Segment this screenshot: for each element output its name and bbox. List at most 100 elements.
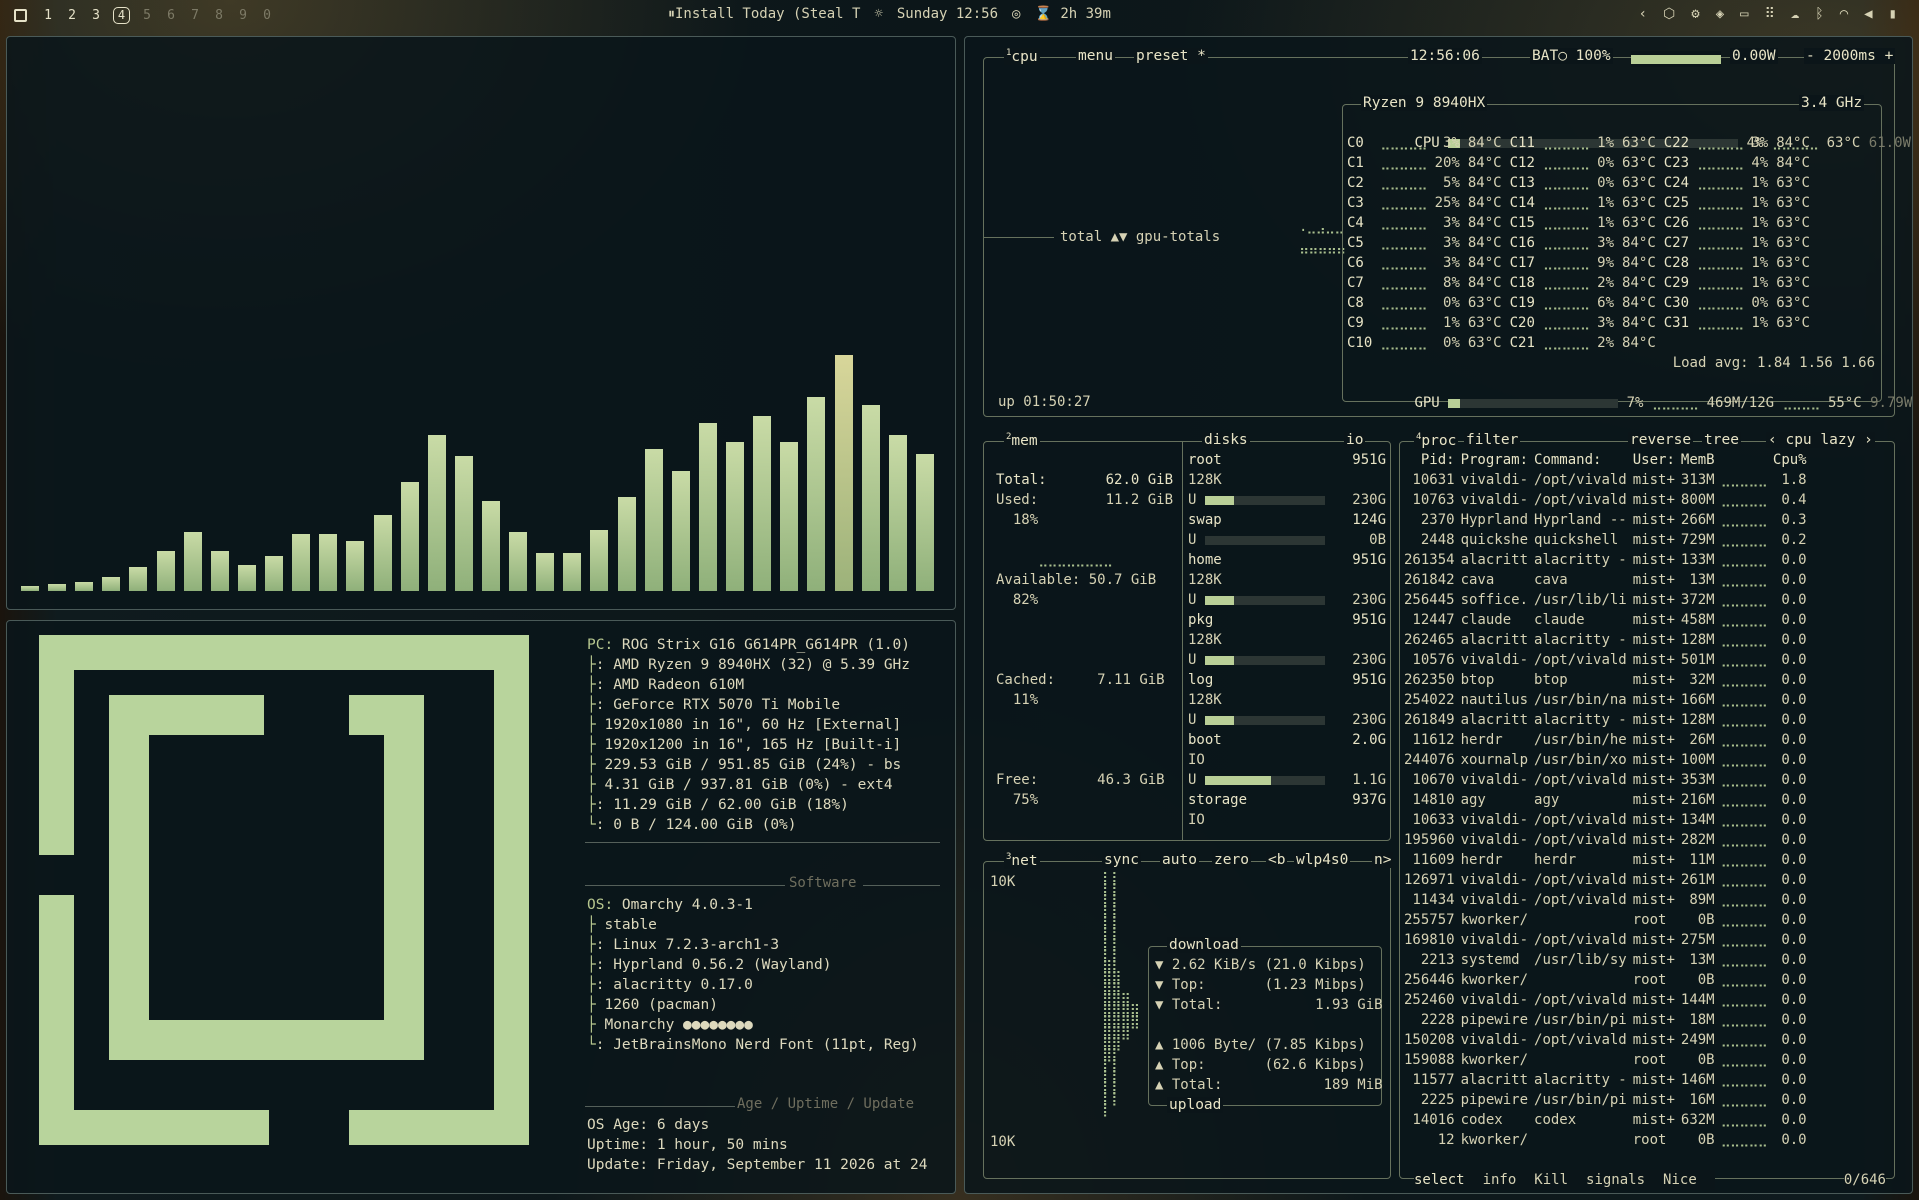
- process-row[interactable]: 256445 soffice. /usr/lib/li mist+ 372M ⣀⣀⣀⣀⣀ 0…: [1404, 590, 1813, 610]
- package-icon[interactable]: ⬡: [1663, 6, 1675, 22]
- process-row[interactable]: 2228 pipewire/usr/bin/pi mist+ 18M ⣀⣀⣀⣀⣀ 0.0: [1404, 1010, 1813, 1030]
- btop-window[interactable]: 1cpu menu preset * 12:56:06 BAT○ 100% 0.…: [964, 36, 1913, 1194]
- workspace-3[interactable]: 3: [89, 8, 103, 23]
- net-tab[interactable]: 3net: [1004, 852, 1040, 869]
- proc-action-kill[interactable]: Kill: [1534, 1172, 1568, 1188]
- workspace-1[interactable]: 1: [41, 8, 55, 23]
- process-row[interactable]: 10670 vivaldi- /opt/vivald mist+ 353M ⣀⣀⣀⣀⣀ 0.…: [1404, 770, 1813, 790]
- process-row[interactable]: 11609 herdr herdr mist+ 11M ⣀⣀⣀⣀⣀ 0.0: [1404, 850, 1813, 870]
- process-row[interactable]: 14016 codex codex mist+ 632M ⣀⣀⣀⣀⣀ 0.0: [1404, 1110, 1813, 1130]
- bluetooth-icon[interactable]: ᛒ: [1815, 6, 1823, 22]
- audio-visualizer-window[interactable]: [6, 36, 956, 610]
- cloud-icon[interactable]: ☁: [1791, 6, 1799, 22]
- process-row[interactable]: 2225 pipewire/usr/bin/pi mist+ 16M ⣀⣀⣀⣀⣀ 0.0: [1404, 1090, 1813, 1110]
- net-stats: ▼ 2.62 KiB/s (21.0 Kibps) ▼ Top: (1.23 M…: [1155, 957, 1383, 1093]
- auto-toggle[interactable]: auto: [1160, 852, 1199, 868]
- proc-sparkline: ⣀⣀⣀⣀⣀: [1720, 1072, 1768, 1088]
- process-row[interactable]: 256446 kworker/root 0B ⣀⣀⣀⣀⣀ 0.0: [1404, 970, 1813, 990]
- workspace-4[interactable]: 4: [113, 6, 130, 24]
- proc-action-select[interactable]: select: [1414, 1172, 1465, 1188]
- process-row[interactable]: 159088 kworker/root 0B ⣀⣀⣀⣀⣀ 0.0: [1404, 1050, 1813, 1070]
- chevron-left-icon[interactable]: ‹: [1639, 6, 1647, 22]
- process-row[interactable]: 10576 vivaldi- /opt/vivald mist+ 501M ⣀⣀⣀⣀⣀ 0.…: [1404, 650, 1813, 670]
- core-t: 84°C: [1467, 235, 1502, 251]
- process-row[interactable]: 10631 vivaldi- /opt/vivald mist+ 313M ⣀⣀⣀⣀⣀ 1.…: [1404, 470, 1813, 490]
- proc-cell: 0.0: [1781, 872, 1807, 888]
- proc-action-signals[interactable]: signals: [1586, 1172, 1645, 1188]
- process-row[interactable]: 252460 vivaldi- /opt/vivald mist+ 144M ⣀⣀⣀⣀⣀ 0…: [1404, 990, 1813, 1010]
- tree-toggle[interactable]: tree: [1702, 432, 1741, 448]
- proc-tab[interactable]: 4proc: [1414, 432, 1459, 449]
- process-row[interactable]: 2448 quickshe quickshell mist+ 729M ⣀⣀⣀⣀⣀ 0.2: [1404, 530, 1813, 550]
- process-row[interactable]: 261849 alacritt alacritty - mist+ 128M ⣀⣀⣀⣀⣀ 0…: [1404, 710, 1813, 730]
- process-row[interactable]: 261354 alacritt alacritty - mist+ 133M ⣀⣀⣀⣀⣀ 0…: [1404, 550, 1813, 570]
- core-p: 1%: [1751, 275, 1769, 291]
- process-row[interactable]: 126971 vivaldi- /opt/vivald mist+ 261M ⣀⣀⣀⣀⣀ 0…: [1404, 870, 1813, 890]
- process-row[interactable]: 195960 vivaldi- /opt/vivald mist+ 282M ⣀⣀⣀⣀⣀ 0…: [1404, 830, 1813, 850]
- process-row[interactable]: 261842 cava cava mist+ 13M ⣀⣀⣀⣀⣀ 0.0: [1404, 570, 1813, 590]
- workspace-8[interactable]: 8: [212, 8, 226, 23]
- process-row[interactable]: 2370 Hyprland Hyprland -- mist+ 266M ⣀⣀⣀⣀⣀ 0.3: [1404, 510, 1813, 530]
- proc-header[interactable]: User:: [1633, 450, 1681, 470]
- sync-toggle[interactable]: sync: [1102, 852, 1141, 868]
- grid-icon[interactable]: ⠿: [1765, 6, 1775, 22]
- monitor-icon[interactable]: ▭: [1740, 6, 1748, 22]
- mem-tab[interactable]: 2mem: [1004, 432, 1040, 449]
- filter-button[interactable]: filter: [1464, 432, 1521, 448]
- timer[interactable]: ⌛ 2h 39m: [1034, 6, 1110, 22]
- io-tab[interactable]: io: [1344, 432, 1366, 448]
- workspace-0[interactable]: 0: [260, 8, 274, 23]
- proc-header[interactable]: MemB: [1681, 450, 1721, 470]
- process-row[interactable]: 12447 claude claude mist+ 458M ⣀⣀⣀⣀⣀ 0.0: [1404, 610, 1813, 630]
- process-row[interactable]: 150208 vivaldi- /opt/vivald mist+ 249M ⣀⣀⣀⣀⣀ 0…: [1404, 1030, 1813, 1050]
- process-row[interactable]: 255757 kworker/root 0B ⣀⣀⣀⣀⣀ 0.0: [1404, 910, 1813, 930]
- workspace-2[interactable]: 2: [65, 8, 79, 23]
- process-row[interactable]: 262350 btop btop mist+ 32M ⣀⣀⣀⣀⣀ 0.0: [1404, 670, 1813, 690]
- battery-icon[interactable]: ▮: [1889, 6, 1897, 22]
- process-row[interactable]: 10763 vivaldi- /opt/vivald mist+ 800M ⣀⣀⣀⣀⣀ 0.…: [1404, 490, 1813, 510]
- media-widget[interactable]: ⏸Install Today (Steal T: [668, 6, 860, 22]
- cpu-tab[interactable]: 1cpu: [1004, 48, 1040, 65]
- volume-icon[interactable]: ◀: [1864, 6, 1872, 22]
- proc-header[interactable]: Program:: [1461, 450, 1534, 470]
- wifi-icon[interactable]: ◠: [1840, 6, 1848, 22]
- process-row[interactable]: 11577 alacritt alacritty - mist+ 146M ⣀⣀⣀⣀⣀ 0.…: [1404, 1070, 1813, 1090]
- menu-tab[interactable]: menu: [1076, 48, 1115, 64]
- process-row[interactable]: 11434 vivaldi- /opt/vivald mist+ 89M ⣀⣀⣀⣀⣀ 0.0: [1404, 890, 1813, 910]
- zero-toggle[interactable]: zero: [1212, 852, 1251, 868]
- process-row[interactable]: 2213 systemd/usr/lib/sy mist+ 13M ⣀⣀⣀⣀⣀ 0.0: [1404, 950, 1813, 970]
- gear-icon[interactable]: ⚙: [1691, 6, 1699, 22]
- clock[interactable]: Sunday 12:56: [897, 6, 998, 22]
- process-row[interactable]: 262465 alacritt alacritty - mist+ 128M ⣀⣀⣀⣀⣀ 0…: [1404, 630, 1813, 650]
- process-row[interactable]: 254022 nautilus/usr/bin/na mist+ 166M ⣀⣀⣀⣀⣀ 0…: [1404, 690, 1813, 710]
- visualizer-bar: [48, 583, 67, 591]
- preset-tab[interactable]: preset *: [1134, 48, 1208, 64]
- fastfetch-window[interactable]: PC: ROG Strix G16 G614PR_G614PR (1.0) ├: …: [6, 620, 956, 1194]
- process-row[interactable]: 12 kworker/root 0B ⣀⣀⣀⣀⣀ 0.0: [1404, 1130, 1813, 1150]
- proc-action-info[interactable]: info: [1483, 1172, 1517, 1188]
- net-prev[interactable]: <b: [1266, 852, 1288, 868]
- sort-selector[interactable]: ‹ cpu lazy ›: [1766, 432, 1875, 448]
- core-p: 0%: [1443, 295, 1460, 311]
- proc-cell: 11609: [1412, 852, 1455, 868]
- update-interval[interactable]: - 2000ms +: [1804, 48, 1896, 64]
- omarchy-menu-icon[interactable]: [14, 8, 27, 22]
- process-row[interactable]: 11612 herdr/usr/bin/he mist+ 26M ⣀⣀⣀⣀⣀ 0.0: [1404, 730, 1813, 750]
- net-next[interactable]: n>: [1372, 852, 1394, 868]
- workspace-5[interactable]: 5: [140, 8, 154, 23]
- proc-header[interactable]: Command:: [1534, 450, 1633, 470]
- proc-action-nice[interactable]: Nice: [1663, 1172, 1697, 1188]
- process-row[interactable]: 10633 vivaldi- /opt/vivald mist+ 134M ⣀⣀⣀⣀⣀ 0.…: [1404, 810, 1813, 830]
- workspace-9[interactable]: 9: [236, 8, 250, 23]
- process-row[interactable]: 14810 agy agy mist+ 216M ⣀⣀⣀⣀⣀ 0.0: [1404, 790, 1813, 810]
- workspace-7[interactable]: 7: [188, 8, 202, 23]
- process-row[interactable]: 244076 xournalp/usr/bin/xo mist+ 100M ⣀⣀⣀⣀⣀ 0…: [1404, 750, 1813, 770]
- workspace-6[interactable]: 6: [164, 8, 178, 23]
- tag-icon[interactable]: ◈: [1716, 6, 1724, 22]
- proc-header[interactable]: Cpu%: [1773, 450, 1813, 470]
- proc-header[interactable]: Pid:: [1404, 450, 1461, 470]
- disks-tab[interactable]: disks: [1202, 432, 1250, 448]
- process-row[interactable]: 169810 vivaldi- /opt/vivald mist+ 275M ⣀⣀⣀⣀⣀ 0…: [1404, 930, 1813, 950]
- process-table[interactable]: Pid: Program: Command: User: MemB Cpu% 10631 vi…: [1404, 450, 1813, 1150]
- reverse-toggle[interactable]: reverse: [1628, 432, 1694, 448]
